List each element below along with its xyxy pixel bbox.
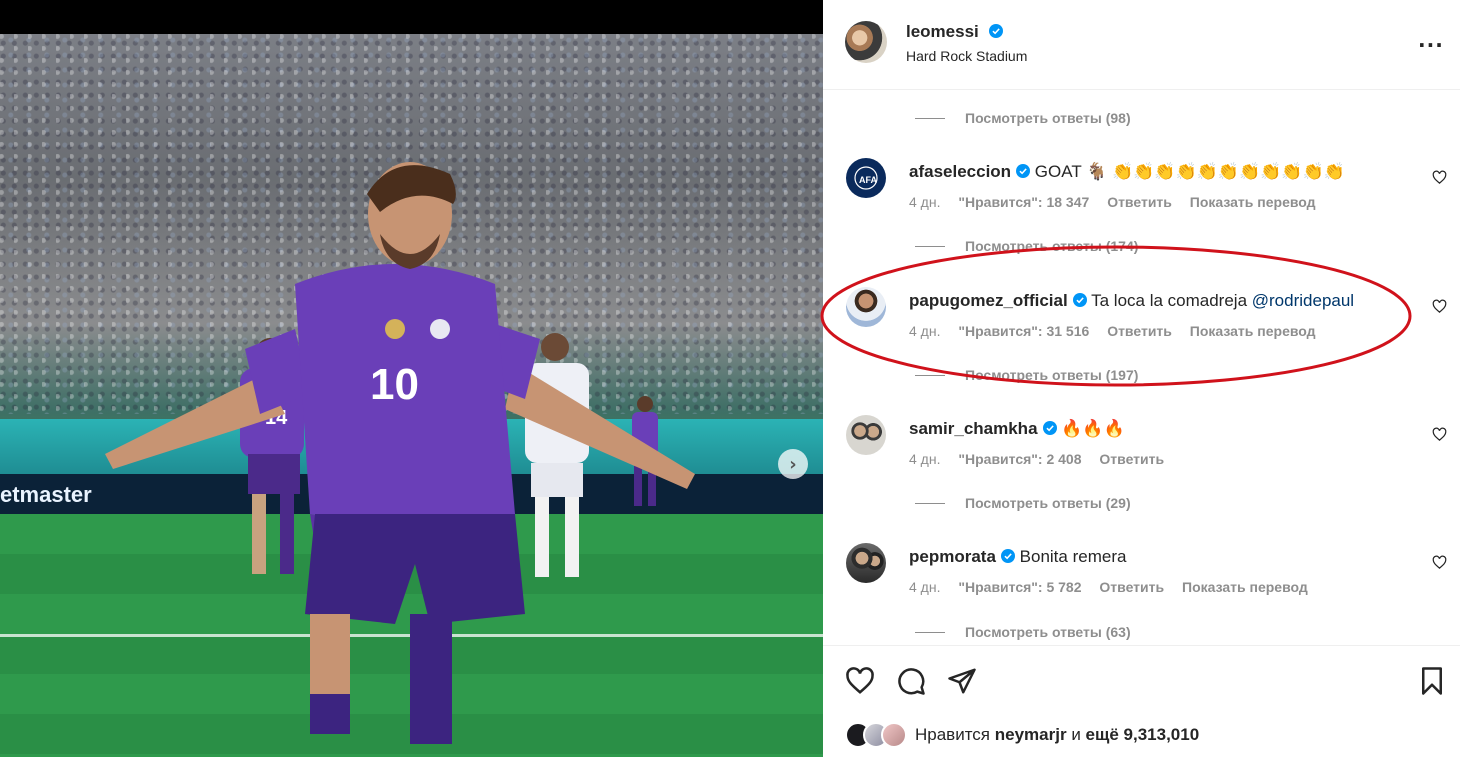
comment-time[interactable]: 4 дн.: [909, 451, 940, 467]
comment-time[interactable]: 4 дн.: [909, 323, 940, 339]
translate-button[interactable]: Показать перевод: [1190, 323, 1316, 339]
comment-like-heart-icon[interactable]: [1432, 555, 1447, 570]
post-location[interactable]: Hard Rock Stadium: [906, 48, 1027, 64]
author-avatar[interactable]: [845, 21, 887, 63]
comment: pepmorata Bonita remera 4 дн. "Нравится"…: [823, 543, 1460, 603]
comment-like-heart-icon[interactable]: [1432, 170, 1447, 185]
comment-likes[interactable]: "Нравится": 31 516: [958, 323, 1089, 339]
post-photo: etmaster 14 15: [0, 34, 823, 757]
comment: samir_chamkha 🔥🔥🔥 4 дн. "Нравится": 2 40…: [823, 415, 1460, 475]
share-icon[interactable]: [947, 666, 977, 696]
main-player: 10: [105, 162, 695, 744]
svg-text:AFA: AFA: [859, 175, 878, 185]
comment-text: Bonita remera: [1019, 547, 1127, 566]
comment-icon[interactable]: [896, 666, 926, 696]
comment-meta: 4 дн. "Нравится": 2 408 Ответить: [909, 451, 1178, 467]
comment-line: afaseleccion GOAT 🐐 👏👏👏👏👏👏👏👏👏👏👏: [909, 162, 1345, 182]
commenter-avatar[interactable]: [846, 415, 886, 455]
post-media[interactable]: etmaster 14 15: [0, 0, 823, 757]
reply-divider: [915, 117, 945, 119]
view-replies-button[interactable]: Посмотреть ответы (98): [915, 110, 1131, 126]
more-horizontal-icon[interactable]: ···: [1418, 33, 1444, 57]
comment-line: papugomez_official Ta loca la comadreja …: [909, 291, 1354, 311]
author-username[interactable]: leomessi: [906, 22, 979, 41]
commenter-avatar[interactable]: [846, 543, 886, 583]
view-replies-label: Посмотреть ответы (197): [965, 367, 1139, 383]
comment: AFA afaseleccion GOAT 🐐 👏👏👏👏👏👏👏👏👏👏👏 4 дн…: [823, 158, 1460, 218]
view-replies-label: Посмотреть ответы (98): [965, 110, 1131, 126]
commenter-avatar[interactable]: [846, 287, 886, 327]
reply-divider: [915, 502, 945, 504]
comment-meta: 4 дн. "Нравится": 5 782 Ответить Показат…: [909, 579, 1322, 595]
view-replies-button[interactable]: Посмотреть ответы (63): [915, 624, 1131, 640]
comment-like-heart-icon[interactable]: [1432, 427, 1447, 442]
comment-mention-link[interactable]: @rodridepaul: [1252, 291, 1354, 310]
commenter-avatar[interactable]: AFA: [846, 158, 886, 198]
reply-button[interactable]: Ответить: [1107, 194, 1172, 210]
comment-text: 🔥🔥🔥: [1061, 419, 1125, 438]
view-replies-label: Посмотреть ответы (174): [965, 238, 1139, 254]
translate-button[interactable]: Показать перевод: [1190, 194, 1316, 210]
comment-likes[interactable]: "Нравится": 5 782: [958, 579, 1081, 595]
comments-panel: leomessi Hard Rock Stadium ··· Посмотрет…: [820, 0, 1460, 757]
verified-icon: [1042, 421, 1057, 435]
view-replies-button[interactable]: Посмотреть ответы (197): [915, 367, 1138, 383]
comment-text: Ta loca la comadreja: [1091, 291, 1248, 310]
reply-button[interactable]: Ответить: [1107, 323, 1172, 339]
view-replies-label: Посмотреть ответы (63): [965, 624, 1131, 640]
comment-username[interactable]: papugomez_official: [909, 291, 1068, 310]
liker-avatar: [881, 722, 907, 748]
likes-user[interactable]: neymarjr: [995, 725, 1067, 744]
comment-time[interactable]: 4 дн.: [909, 194, 940, 210]
likes-summary[interactable]: Нравится neymarjr и ещё 9,313,010: [845, 722, 1199, 748]
view-replies-button[interactable]: Посмотреть ответы (174): [915, 238, 1138, 254]
translate-button[interactable]: Показать перевод: [1182, 579, 1308, 595]
ad-board-text: etmaster: [0, 482, 92, 507]
likes-prefix: Нравится: [915, 725, 991, 744]
view-replies-label: Посмотреть ответы (29): [965, 495, 1131, 511]
jersey-number: 10: [370, 360, 419, 409]
reply-divider: [915, 374, 945, 376]
comment-like-heart-icon[interactable]: [1432, 299, 1447, 314]
comment-likes[interactable]: "Нравится": 2 408: [958, 451, 1081, 467]
comment-username[interactable]: pepmorata: [909, 547, 996, 566]
comment-username[interactable]: samir_chamkha: [909, 419, 1038, 438]
next-image-button[interactable]: ›: [778, 449, 808, 479]
verified-icon: [1000, 549, 1015, 563]
bookmark-icon[interactable]: [1417, 666, 1447, 696]
afa-logo-icon: AFA: [854, 166, 878, 190]
post-header: leomessi Hard Rock Stadium ···: [823, 0, 1460, 90]
comment-line: samir_chamkha 🔥🔥🔥: [909, 419, 1125, 439]
comment-username[interactable]: afaseleccion: [909, 162, 1011, 181]
reply-button[interactable]: Ответить: [1099, 579, 1164, 595]
view-replies-button[interactable]: Посмотреть ответы (29): [915, 495, 1131, 511]
comment-time[interactable]: 4 дн.: [909, 579, 940, 595]
comment-text: GOAT 🐐 👏👏👏👏👏👏👏👏👏👏👏: [1034, 162, 1345, 181]
post-viewer: etmaster 14 15: [0, 0, 1460, 757]
likes-text: Нравится neymarjr и ещё 9,313,010: [915, 725, 1199, 745]
post-actions: Нравится neymarjr и ещё 9,313,010: [823, 645, 1460, 757]
likes-count[interactable]: ещё 9,313,010: [1086, 725, 1200, 744]
author-username-row: leomessi: [906, 22, 1003, 42]
verified-icon: [1072, 293, 1087, 307]
comment: papugomez_official Ta loca la comadreja …: [823, 287, 1460, 347]
reply-divider: [915, 245, 945, 247]
comment-meta: 4 дн. "Нравится": 31 516 Ответить Показа…: [909, 323, 1330, 339]
comment-likes[interactable]: "Нравится": 18 347: [958, 194, 1089, 210]
verified-icon: [988, 24, 1003, 38]
likes-and: и: [1071, 725, 1081, 744]
reply-button[interactable]: Ответить: [1099, 451, 1164, 467]
reply-divider: [915, 631, 945, 633]
comment-line: pepmorata Bonita remera: [909, 547, 1126, 567]
verified-icon: [1016, 164, 1031, 178]
heart-icon[interactable]: [845, 666, 875, 696]
comment-meta: 4 дн. "Нравится": 18 347 Ответить Показа…: [909, 194, 1330, 210]
